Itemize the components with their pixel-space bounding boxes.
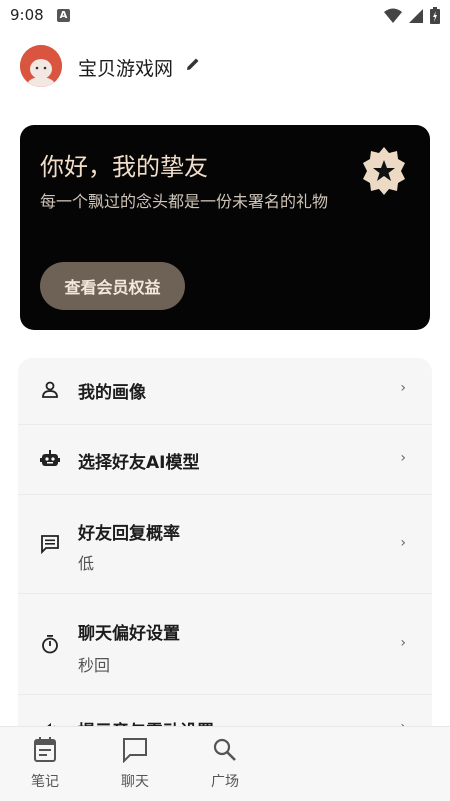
timer-icon <box>42 635 58 654</box>
chat-lines-icon <box>41 535 59 554</box>
chevron-right-icon: › <box>400 450 406 466</box>
chevron-right-icon: › <box>400 380 406 396</box>
battery-icon <box>430 7 440 24</box>
setting-value: 秒回 <box>78 656 111 675</box>
nav-label: 聊天 <box>121 774 149 790</box>
avatar[interactable] <box>20 45 62 87</box>
setting-label: 选择好友AI模型 <box>78 453 200 473</box>
setting-value: 低 <box>78 554 95 573</box>
nav-notes[interactable]: 笔记 <box>10 737 80 791</box>
star-badge-icon <box>363 147 405 195</box>
vip-card: 你好，我的挚友 每一个飘过的念头都是一份未署名的礼物 查看会员权益 <box>20 125 430 330</box>
view-membership-button[interactable]: 查看会员权益 <box>40 262 185 310</box>
notification-a-icon: A <box>57 9 70 22</box>
setting-chat-preference[interactable]: 聊天偏好设置 秒回 › <box>18 594 432 695</box>
signal-icon <box>409 8 423 23</box>
settings-list: 我的画像 › 选择好友AI模型 › 好友回复概率 低 › 聊天偏好设置 秒回 › <box>18 358 432 758</box>
status-time: 9:08 <box>10 6 44 24</box>
search-icon <box>213 738 236 761</box>
chat-bubble-icon <box>123 738 147 764</box>
status-icons <box>384 7 440 24</box>
robot-icon <box>40 450 60 466</box>
status-bar: 9:08 A <box>0 0 450 32</box>
person-icon <box>42 381 58 398</box>
notebook-icon <box>34 737 56 762</box>
vip-subtitle: 每一个飘过的念头都是一份未署名的礼物 <box>40 192 329 211</box>
site-name: 宝贝游戏网 <box>78 58 174 80</box>
setting-label: 聊天偏好设置 <box>78 624 180 644</box>
chevron-right-icon: › <box>400 535 406 551</box>
nav-plaza[interactable]: 广场 <box>190 737 260 791</box>
bottom-nav: 笔记 聊天 广场 <box>0 726 450 801</box>
setting-label: 我的画像 <box>78 383 146 403</box>
setting-ai-model[interactable]: 选择好友AI模型 › <box>18 425 432 495</box>
setting-my-portrait[interactable]: 我的画像 › <box>18 358 432 425</box>
setting-reply-probability[interactable]: 好友回复概率 低 › <box>18 495 432 594</box>
vip-title: 你好，我的挚友 <box>40 153 208 181</box>
chevron-right-icon: › <box>400 635 406 651</box>
wifi-icon <box>384 8 402 23</box>
setting-label: 好友回复概率 <box>78 524 180 544</box>
nav-label: 广场 <box>211 774 239 790</box>
nav-label: 笔记 <box>31 774 59 790</box>
profile-header: 宝贝游戏网 <box>0 38 450 96</box>
pencil-icon[interactable] <box>186 57 200 71</box>
nav-chat[interactable]: 聊天 <box>100 737 170 791</box>
